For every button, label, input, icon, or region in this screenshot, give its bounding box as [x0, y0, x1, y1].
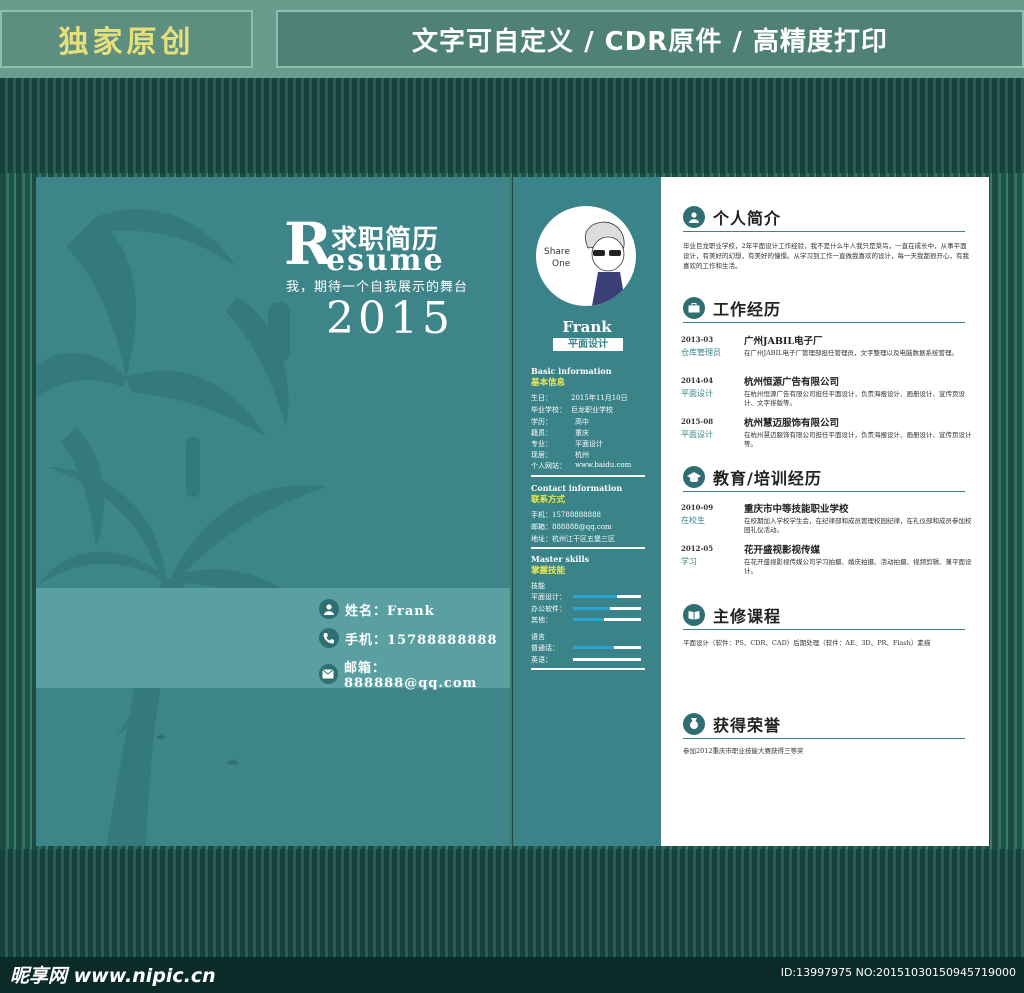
basic-row: 现居： 杭州 [531, 451, 589, 459]
skill-bar [573, 595, 641, 598]
honor-text: 参加2012重庆市职业技能大赛获得三等奖 [683, 747, 804, 755]
work-date: 2013-03 [681, 335, 714, 344]
basic-row: 专业： 平面设计 [531, 440, 603, 448]
skills-en: Master skills [531, 554, 589, 564]
background-band-bottom [0, 849, 1024, 957]
skill-name: 平面设计： [531, 593, 566, 601]
cover-phone-text: 手机：15788888888 [345, 632, 498, 648]
section-title: 获得荣誉 [713, 716, 782, 735]
intro-text: 毕业巨龙职业学校，2年平面设计工作经验，我不是什么牛人我只是菜鸟，一直在成长中，… [683, 242, 969, 270]
mail-icon [319, 664, 338, 684]
section-work: 工作经历 [683, 293, 965, 323]
basic-row: 毕业学校： 巨龙职业学校 [531, 406, 613, 414]
resume-initial-letter: R [284, 210, 333, 278]
contact-row: 邮箱：888888@qq.com [531, 523, 612, 531]
work-date: 2015-08 [681, 417, 714, 426]
work-desc: 在杭州恒源广告有限公司担任平面设计，负责海报设计、画册设计、宣传页设计、文字排版… [744, 390, 965, 407]
sidebar-job-title: 平面设计 [553, 338, 623, 351]
skill-name: 其他： [531, 616, 552, 624]
divider [531, 668, 645, 670]
basic-info-en: Basic information [531, 366, 612, 376]
watermark-logo: 昵享网 www.nipic.cn [10, 965, 216, 987]
skills-cn: 掌握技能 [531, 566, 566, 576]
work-company: 杭州慧迈服饰有限公司 [744, 418, 840, 429]
cover-contact-mail: 邮箱：888888@qq.com [319, 657, 510, 691]
avatar-text-line1: Share [544, 247, 570, 257]
section-title: 主修课程 [713, 607, 782, 626]
top-banner: 独家原创 文字可自定义 / CDR原件 / 高精度打印 [0, 0, 1024, 78]
section-title: 教育/培训经历 [713, 469, 822, 488]
contact-info-cn: 联系方式 [531, 495, 566, 505]
cover-contact-phone: 手机：15788888888 [319, 628, 498, 648]
section-title: 工作经历 [713, 300, 782, 319]
graduation-cap-icon [683, 466, 705, 488]
work-role: 仓库管理员 [681, 348, 721, 357]
person-icon [319, 599, 339, 619]
divider [531, 475, 645, 477]
section-intro: 个人简介 [683, 202, 965, 232]
phone-icon [319, 628, 339, 648]
edu-role: 在校生 [681, 516, 705, 525]
work-company: 广州JABIL电子厂 [744, 336, 823, 347]
banner-features: 文字可自定义 / CDR原件 / 高精度打印 [276, 10, 1024, 68]
image-id: ID:13997975 NO:20151030150945719000 [780, 966, 1016, 979]
cover-contact-name: 姓名：Frank [319, 599, 435, 619]
work-company: 杭州恒源广告有限公司 [744, 377, 840, 388]
edu-school: 花开盛视影视传媒 [744, 545, 821, 556]
basic-row: 个人网站： www.baidu.com [531, 461, 632, 470]
basic-row: 籍贯： 重庆 [531, 429, 589, 437]
cover-mail-text: 邮箱：888888@qq.com [343, 661, 478, 691]
skill-group-label: 技能 [531, 582, 545, 590]
lang-bar [573, 646, 641, 649]
contact-row: 地址：杭州江干区五堡三区 [531, 535, 615, 543]
resume-cover: R 求职简历 esume 我，期待一个自我展示的舞台 2015 姓名：Frank… [36, 177, 510, 846]
resume-sidebar: Share One Frank 平面设计 Basic information 基… [513, 177, 661, 846]
banner-original-tag: 独家原创 [0, 10, 253, 68]
cover-name-text: 姓名：Frank [345, 603, 435, 619]
background-band-top [0, 78, 1024, 173]
edu-school: 重庆市中等技能职业学校 [744, 504, 849, 515]
lang-name: 普通话： [531, 644, 559, 652]
contact-row: 手机：15788888888 [531, 511, 601, 519]
work-role: 平面设计 [681, 389, 713, 398]
basic-info-cn: 基本信息 [531, 378, 566, 388]
work-desc: 在杭州慧迈服饰有限公司担任平面设计，负责海报设计、画册设计、宣传页设计等。 [744, 431, 972, 448]
edu-desc: 在花开盛视影视传媒公司学习拍摄、婚庆拍摄、活动拍摄、视频剪辑、兼平面设计。 [744, 558, 972, 575]
skill-group-label: 语言 [531, 633, 545, 641]
section-title: 个人简介 [713, 209, 782, 228]
sidebar-name: Frank [562, 318, 612, 336]
basic-row: 学历： 高中 [531, 418, 589, 426]
work-desc: 在广州JABIL电子厂管理部担任管理员，文字整理以及电脑数据系统管理。 [744, 349, 958, 357]
edu-role: 学习 [681, 557, 697, 566]
person-icon [683, 206, 705, 228]
avatar-text-line2: One [552, 259, 571, 269]
lang-name: 英语： [531, 656, 552, 664]
section-honors: 获得荣誉 [683, 709, 965, 739]
briefcase-icon [683, 297, 705, 319]
edu-desc: 在校期加入学校学生会，在纪律部和成员管理校园纪律，在礼仪部和成员参加校园礼仪活动… [744, 517, 972, 534]
work-date: 2014-04 [681, 376, 714, 385]
avatar: Share One [536, 206, 636, 306]
skill-name: 办公软件： [531, 605, 566, 613]
divider [531, 547, 645, 549]
course-text: 平面设计（软件：PS、CDR、CAD）后期处理（软件：AE、3D、PR、Flas… [683, 639, 931, 647]
edu-date: 2012-05 [681, 544, 714, 553]
medal-icon [683, 713, 705, 735]
section-courses: 主修课程 [683, 600, 965, 630]
resume-main: 个人简介 毕业巨龙职业学校，2年平面设计工作经验，我不是什么牛人我只是菜鸟，一直… [661, 177, 989, 846]
basic-row: 生日： 2015年11月10日 [531, 394, 628, 402]
skill-bar [573, 618, 641, 621]
lang-bar [573, 658, 641, 661]
resume-title-english: esume [326, 243, 445, 278]
work-role: 平面设计 [681, 430, 713, 439]
skill-bar [573, 607, 641, 610]
book-icon [683, 604, 705, 626]
section-education: 教育/培训经历 [683, 462, 965, 492]
contact-info-en: Contact information [531, 483, 623, 493]
resume-year: 2015 [326, 293, 454, 344]
edu-date: 2010-09 [681, 503, 714, 512]
